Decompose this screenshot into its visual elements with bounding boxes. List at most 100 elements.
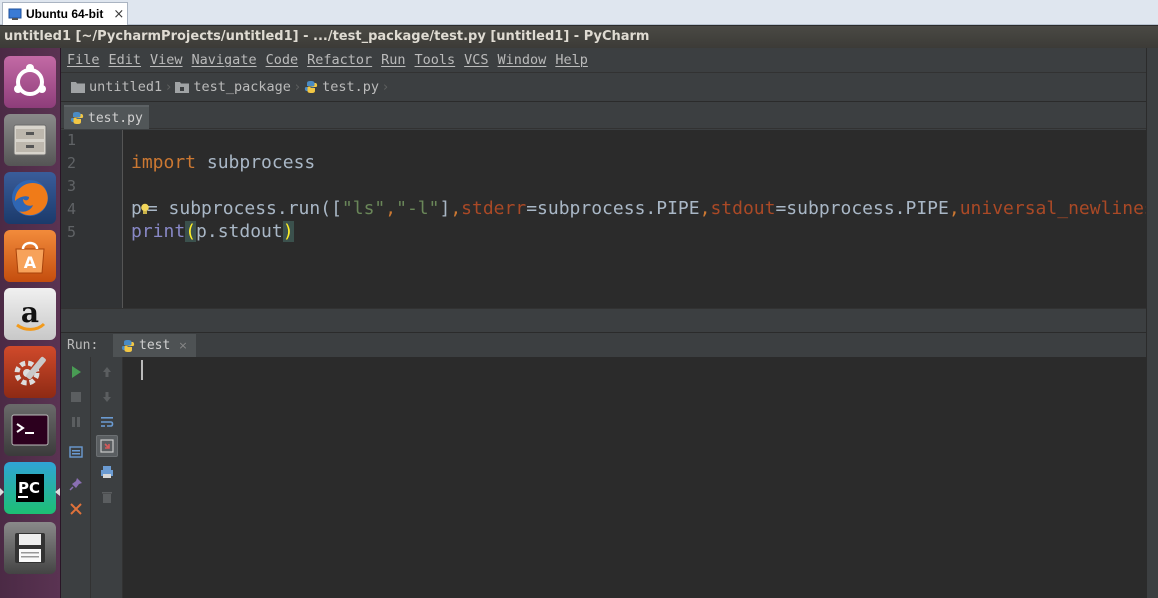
print-button[interactable] [96,461,118,483]
launcher-active-indicator [55,488,60,496]
run-panel-label: Run: [67,337,99,353]
pycharm-icon[interactable]: PC [4,462,56,514]
code-paren: ( [185,221,197,242]
scroll-to-end-icon [100,439,114,453]
menu-tools[interactable]: Tools [415,52,456,68]
tab-label: test.py [88,110,143,126]
line-number: 5 [67,223,77,241]
ubuntu-dash-icon[interactable] [4,56,56,108]
terminal-icon[interactable] [4,404,56,456]
window-title: untitled1 [~/PycharmProjects/untitled1] … [4,29,650,44]
code-area[interactable]: import subprocess p = subprocess.run(["ls… [131,130,1146,308]
breadcrumb-label: untitled1 [89,79,163,95]
console-output[interactable] [123,357,1146,598]
run-tab-close-icon[interactable]: × [178,339,187,352]
svg-text:A: A [24,253,37,272]
pause-button[interactable] [65,411,87,433]
line-number: 1 [67,131,77,149]
scroll-up-button[interactable] [96,361,118,383]
arrow-down-icon [103,392,111,402]
menu-run[interactable]: Run [381,52,405,68]
lightbulb-icon[interactable] [140,203,150,215]
run-tab-label: test [139,338,171,353]
python-file-icon [304,81,318,93]
amazon-icon[interactable]: a [4,288,56,340]
line-number: 4 [67,200,77,218]
print-icon [101,466,113,478]
firefox-icon[interactable] [4,172,56,224]
code-line-4: p = subprocess.run(["ls","-l"],stderr=sub… [131,197,1146,220]
clear-all-button[interactable] [96,486,118,508]
code-string: "-l" [396,198,440,219]
vm-tab[interactable]: Ubuntu 64-bit × [2,2,128,25]
menu-navigate[interactable]: Navigate [192,52,257,68]
menu-refactor[interactable]: Refactor [307,52,372,68]
system-settings-icon[interactable] [4,346,56,398]
code-comma: , [948,198,960,219]
stop-button[interactable] [65,386,87,408]
code-text: = subprocess.run([ [146,198,342,219]
arrow-up-icon [103,367,111,377]
trash-icon [102,492,112,503]
soft-wrap-button[interactable] [96,411,118,433]
close-run-button[interactable] [65,498,87,520]
play-icon [72,366,81,378]
pause-icon [72,417,80,427]
svg-text:PC: PC [18,479,40,497]
panel-splitter[interactable] [61,308,1146,332]
scroll-down-button[interactable] [96,386,118,408]
pycharm-window: File Edit View Navigate Code Refactor Ru… [61,48,1146,598]
soft-wrap-icon [101,417,114,427]
package-folder-icon [175,82,190,93]
menu-view[interactable]: View [150,52,183,68]
breadcrumb-test-package[interactable]: test_package [175,79,291,95]
breadcrumb-untitled1[interactable]: untitled1 [71,79,162,95]
breadcrumb-label: test.py [322,79,380,95]
code-comma: , [699,198,711,219]
window-title-bar: untitled1 [~/PycharmProjects/untitled1] … [0,26,1158,48]
code-paren: ) [282,221,294,242]
breadcrumb-test-py[interactable]: test.py [304,79,379,95]
code-text: =subprocess.PIPE [526,198,700,219]
save-disk-icon[interactable] [4,522,56,574]
run-panel-header: Run: test × [61,332,1146,357]
menu-code[interactable]: Code [266,52,299,68]
menu-help[interactable]: Help [555,52,588,68]
line-number: 3 [67,177,77,195]
menu-bar: File Edit View Navigate Code Refactor Ru… [61,48,1146,72]
code-param: universal_newlines [959,198,1146,219]
python-file-icon [121,339,135,352]
menu-file[interactable]: File [67,52,100,68]
vm-tab-close-icon[interactable]: × [113,7,124,22]
code-string: "ls" [341,198,386,219]
breadcrumb-separator: › [294,79,301,95]
python-file-icon [70,112,84,124]
run-toolbar-secondary [91,357,123,598]
files-icon[interactable] [4,114,56,166]
code-param: stderr [461,198,527,219]
tab-test-py[interactable]: test.py [64,105,149,129]
menu-window[interactable]: Window [498,52,547,68]
code-text: subprocess [196,152,316,173]
code-editor[interactable]: 1 2 3 4 5 import subprocess p = subproces… [61,130,1146,308]
scroll-to-end-button[interactable] [96,435,118,457]
breadcrumb: untitled1 › test_package › test.py › [61,72,1146,102]
dump-threads-button[interactable] [65,441,87,463]
svg-text:a: a [21,296,39,329]
menu-vcs[interactable]: VCS [464,52,488,68]
breadcrumb-label: test_package [193,79,291,95]
rerun-button[interactable] [65,361,87,383]
text-caret [141,360,143,380]
unity-launcher: A a PC [0,48,61,598]
breadcrumb-separator: › [383,79,389,95]
launcher-running-indicator [0,488,4,496]
code-text: =subprocess.PIPE [775,198,949,219]
code-text: ] [439,198,451,219]
run-tab-test[interactable]: test × [113,334,196,357]
editor-tab-bar: test.py [61,103,1146,129]
menu-edit[interactable]: Edit [109,52,142,68]
code-text: p.stdout [196,221,283,242]
vm-tab-label: Ubuntu 64-bit [26,7,104,21]
software-center-icon[interactable]: A [4,230,56,282]
pin-tab-button[interactable] [65,473,87,495]
